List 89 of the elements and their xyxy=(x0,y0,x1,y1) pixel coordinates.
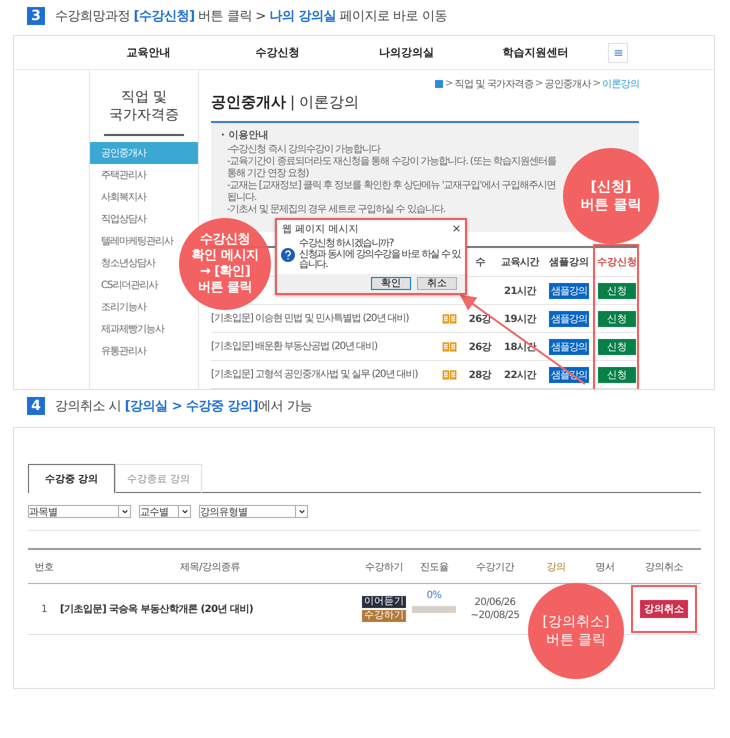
column-header: 강의취소 xyxy=(645,560,683,574)
table-cell: [기초입문] 이승현 민법 및 민사특별법 (20년 대비) xyxy=(211,312,408,324)
table-cell: [기초입문] 고형석 공인중개사법 및 실무 (20년 대비) xyxy=(211,368,418,380)
nav-link[interactable]: 나의강의실 xyxy=(342,45,471,60)
table-cell-text: 26강 xyxy=(468,340,492,354)
close-icon xyxy=(453,225,460,232)
tab[interactable]: 수강중 강의 xyxy=(28,464,115,493)
sidebar-item[interactable]: 주택관리사 xyxy=(90,164,150,186)
close-button[interactable] xyxy=(453,225,460,232)
sidebar-item[interactable]: 텔레마케팅관리사 xyxy=(90,230,177,252)
column-header: 강의 xyxy=(546,560,566,574)
table-cell-text: 19시간 xyxy=(504,312,536,326)
table-cell: 1 xyxy=(41,604,47,614)
notice-text: -기초서 및 문제집의 경우 세트로 구입하실 수 있습니다. xyxy=(227,204,446,216)
breadcrumb-link[interactable]: 이론강의 xyxy=(602,76,639,90)
nav-link[interactable]: 학습지원센터 xyxy=(471,45,600,60)
dropdown[interactable]: 교수별 xyxy=(139,505,191,518)
nav-link[interactable]: 교육안내 xyxy=(84,45,213,60)
sample-button[interactable]: 샘플강의 xyxy=(549,338,589,354)
column-header: 샘플강의 xyxy=(549,256,589,269)
progress-percent: 0% xyxy=(426,590,442,601)
separator: > xyxy=(445,78,453,89)
column-header: 수 xyxy=(475,256,485,269)
home-icon[interactable] xyxy=(435,80,444,88)
study-button[interactable]: 수강하기 xyxy=(362,610,406,622)
apply-button[interactable]: 신청 xyxy=(598,366,636,382)
column-header: 수강하기 xyxy=(365,560,403,574)
menu-button[interactable] xyxy=(608,42,628,62)
chevron-icon xyxy=(120,508,128,515)
chevron-icon xyxy=(298,508,306,515)
column-header: 수강기간 xyxy=(476,560,514,574)
tab[interactable]: 수강종료 강의 xyxy=(115,464,202,493)
table-cell: 20/06/26 xyxy=(474,596,516,609)
title-divider: | xyxy=(290,93,296,111)
sidebar-item[interactable]: 사회복지사 xyxy=(90,186,150,208)
callout-bubble: 수강신청 확인 메시지 → [확인] 버튼 클릭 xyxy=(179,218,271,310)
table-cell-text: 22시간 xyxy=(504,368,536,382)
table-cell-text: [기초입문] 국승옥 부동산학개론 (20년 대비) xyxy=(60,603,254,616)
nav-link[interactable]: 수강신청 xyxy=(213,45,342,60)
table-cell-text: 28강 xyxy=(468,368,492,382)
page-title: 공인중개사 xyxy=(211,93,286,112)
sample-button[interactable]: 샘플강의 xyxy=(549,310,589,326)
notice-text: -교육기간이 종료되더라도 재신청을 통해 수강이 가능합니다. (또는 학습지원센터를 통해 기간 연장 요청) xyxy=(227,156,557,180)
table-cell-text: 26강 xyxy=(468,312,492,326)
sidebar-item[interactable]: 조리기능사 xyxy=(90,296,150,318)
sidebar-item[interactable]: 제과제빵기능사 xyxy=(90,318,168,340)
dialog-message: 수강신청 하시겠습니까? 신청과 동시에 강의수강을 바로 하실 수 있습니다. xyxy=(299,239,461,270)
sidebar-title: 직업 및 국가자격증 xyxy=(104,88,184,136)
column-header: 수강신청 xyxy=(597,256,637,269)
apply-button[interactable]: 신청 xyxy=(598,310,636,326)
column-header: 교육시간 xyxy=(501,256,539,269)
sidebar-item[interactable]: CS리더관리사 xyxy=(90,274,162,296)
sidebar-item[interactable]: 청소년상담사 xyxy=(90,252,159,274)
column-header: 명서 xyxy=(596,560,614,574)
breadcrumb-link[interactable]: 공인중개사 xyxy=(544,76,591,90)
step-heading: 강의취소 시 [강의실 > 수강중 강의]에서 가능 xyxy=(55,398,312,415)
table-cell: [기초입문] 배운환 부동산공법 (20년 대비) xyxy=(211,340,378,352)
cancel-button[interactable]: 강의취소 xyxy=(640,600,688,618)
callout-bubble: [강의취소] 버튼 클릭 xyxy=(528,583,624,679)
table-cell: ~20/08/25 xyxy=(470,609,520,622)
separator: > xyxy=(592,78,600,89)
sidebar-item[interactable]: 유통관리사 xyxy=(90,340,150,362)
notice-text: -수강신청 즉시 강의수강이 가능합니다 xyxy=(227,144,380,156)
dropdown[interactable]: 과목별 xyxy=(28,505,131,518)
sample-button[interactable]: 샘플강의 xyxy=(549,282,589,298)
column-header: 번호 xyxy=(34,560,54,574)
menu-icon xyxy=(614,48,622,56)
step-number: 3 xyxy=(27,7,45,25)
separator: > xyxy=(534,78,543,89)
notice-title: · 이용안내 xyxy=(221,129,268,142)
apply-button[interactable]: 신청 xyxy=(598,282,636,298)
step-heading: 수강희망과정 [수강신청] 버튼 클릭 > 나의 강의실 페이지로 바로 이동 xyxy=(55,8,447,25)
apply-button[interactable]: 신청 xyxy=(598,338,636,354)
table-cell-text: 21시간 xyxy=(504,284,536,298)
dropdown[interactable]: 강의유형별 xyxy=(199,505,308,518)
step-number: 4 xyxy=(27,397,45,415)
notice-text: -교재는 [교재정보] 클릭 후 정보를 확인한 후 상단메뉴 '교재구입'에서 구입해주시면 됩니다. xyxy=(227,180,557,204)
dialog-button[interactable]: 취소 xyxy=(417,276,457,290)
sidebar-item[interactable]: 직업상담사 xyxy=(90,208,150,230)
dialog-button[interactable]: 확인 xyxy=(371,276,411,290)
callout-bubble: [신청] 버튼 클릭 xyxy=(563,148,659,244)
dialog-title: 웹 페이지 메시지 xyxy=(282,222,358,236)
column-header: 진도율 xyxy=(420,560,448,574)
question-icon xyxy=(281,248,295,262)
chevron-icon xyxy=(180,508,188,515)
page-subtitle: 이론강의 xyxy=(299,93,360,112)
column-header: 제목/강의종류 xyxy=(180,560,240,574)
study-button[interactable]: 이어듣기 xyxy=(362,596,406,608)
breadcrumb-link[interactable]: 직업 및 국가자격증 xyxy=(454,76,533,90)
